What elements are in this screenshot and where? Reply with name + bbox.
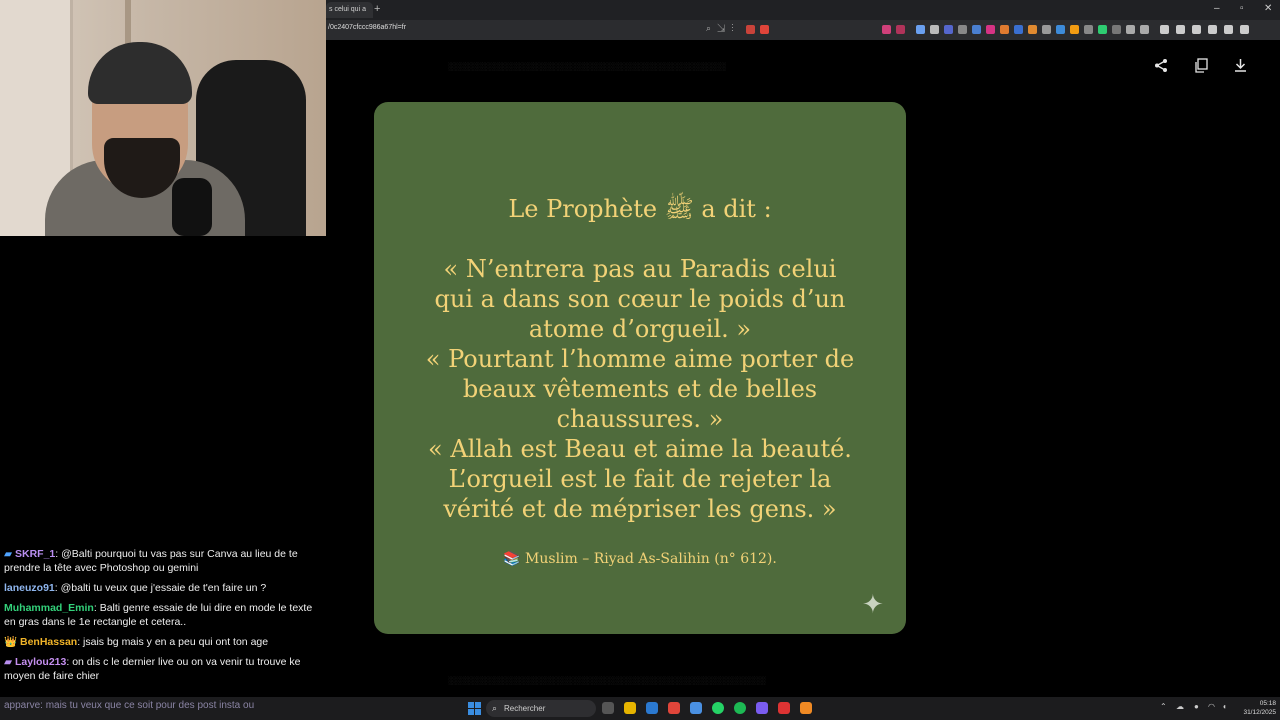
extension-icon[interactable] <box>986 25 995 34</box>
extension-icon[interactable] <box>944 25 953 34</box>
system-clock[interactable]: 05:18 31/12/2025 <box>1240 699 1276 717</box>
chat-username[interactable]: BenHassan <box>20 636 77 648</box>
app-icon[interactable] <box>800 702 812 714</box>
quote-line: vérité et de mépriser les gens. » <box>443 495 837 523</box>
microphone <box>172 178 212 236</box>
extensions-icon[interactable] <box>1176 25 1185 34</box>
app-icon[interactable] <box>756 702 768 714</box>
wifi-icon[interactable]: ◠ <box>1208 702 1215 711</box>
tray-chevron-icon[interactable]: ⌃ <box>1160 702 1167 711</box>
address-bar[interactable]: /0c2407cfccc986a67hl=fr ⌕⇲⋮ <box>326 20 1280 40</box>
maximize-button[interactable]: ▫ <box>1240 3 1244 14</box>
extension-icon[interactable] <box>972 25 981 34</box>
clock-date: 31/12/2025 <box>1243 709 1276 716</box>
rewards-icon[interactable] <box>760 25 769 34</box>
brave-shield-icon[interactable] <box>746 25 755 34</box>
chat-badge: ▰ <box>4 548 13 560</box>
sparkle-icon: ✦ <box>862 589 884 619</box>
extension-icon[interactable] <box>958 25 967 34</box>
extension-icon[interactable] <box>930 25 939 34</box>
volume-icon[interactable]: ◖ <box>1222 702 1227 711</box>
extension-icon[interactable] <box>1028 25 1037 34</box>
quote-line: « Allah est Beau et aime la beauté. <box>428 435 852 463</box>
app-icon[interactable] <box>690 702 702 714</box>
task-view-icon[interactable] <box>602 702 614 714</box>
quote-line: « N’entrera pas au Paradis celui <box>443 255 837 283</box>
chat-username[interactable]: SKRF_1 <box>15 548 55 560</box>
shield-icon[interactable] <box>1224 25 1233 34</box>
share-icon[interactable] <box>1154 58 1169 77</box>
hadith-source: 📚 Muslim – Riyad As-Salihin (n° 612). <box>503 551 777 567</box>
quote-line: beaux vêtements et de belles <box>462 375 818 403</box>
extension-icon[interactable] <box>1084 25 1093 34</box>
chat-message: ▰ SKRF_1: @Balti pourquoi tu vas pas sur… <box>4 548 298 574</box>
search-icon: ⌕ <box>492 703 498 713</box>
chat-message: Muhammad_Emin: Balti genre essaie de lui… <box>4 602 313 628</box>
extension-icon[interactable] <box>896 25 905 34</box>
brave-browser-icon[interactable] <box>668 702 680 714</box>
extension-icon[interactable] <box>1140 25 1149 34</box>
dimmed-page-text: ░░░░░░░░░░░░░░░░░░░░░░░░░░░░░░░░░░░░░░░░… <box>448 676 766 685</box>
quote-line: « Pourtant l’homme aime porter de <box>425 345 855 373</box>
extension-icon[interactable] <box>1042 25 1051 34</box>
chat-badge: ▰ <box>4 656 13 668</box>
file-explorer-icon[interactable] <box>624 702 636 714</box>
download-icon[interactable] <box>1233 58 1248 77</box>
quote-line: qui a dans son cœur le poids d’un <box>434 285 846 313</box>
chat-message: ▰ Laylou213: on dis c le dernier live ou… <box>4 656 301 682</box>
quote-line: L’orgueil est le fait de rejeter la <box>448 465 832 493</box>
search-placeholder: Rechercher <box>504 704 546 713</box>
hadith-text: Le Prophète ﷺ a dit : « N’entrera pas au… <box>374 194 906 524</box>
dimmed-page-text: ░░░░░░░░░░░░░░░░░░░░░░░░░░░░░░░░░░░░░░░░… <box>448 62 726 71</box>
app-icon[interactable] <box>778 702 790 714</box>
chat-username[interactable]: Muhammad_Emin <box>4 602 94 614</box>
whatsapp-icon[interactable] <box>712 702 724 714</box>
stream-chat: ▰ SKRF_1: @Balti pourquoi tu vas pas sur… <box>4 547 326 689</box>
extension-icon[interactable] <box>1070 25 1079 34</box>
minimize-button[interactable]: – <box>1214 3 1220 14</box>
wallet-icon[interactable] <box>1208 25 1217 34</box>
app-icon[interactable] <box>646 702 658 714</box>
chat-username[interactable]: Laylou213 <box>15 656 66 668</box>
streamer-beanie <box>88 42 192 104</box>
tray-icon[interactable]: ☁ <box>1176 702 1184 711</box>
extension-icon[interactable] <box>916 25 925 34</box>
chat-text: jsais bg mais y en a peu qui ont ton age <box>83 636 269 648</box>
hadith-image-card: Le Prophète ﷺ a dit : « N’entrera pas au… <box>374 102 906 634</box>
chat-username[interactable]: laneuzo91 <box>4 582 55 594</box>
chat-message: 👑 BenHassan: jsais bg mais y en a peu qu… <box>4 636 269 648</box>
extension-icon[interactable] <box>882 25 891 34</box>
url-text[interactable]: /0c2407cfccc986a67hl=fr <box>328 24 406 31</box>
extension-icon[interactable] <box>1112 25 1121 34</box>
overlay-chat-line: apparve: mais tu veux que ce soit pour d… <box>4 700 255 711</box>
new-tab-button[interactable]: + <box>374 3 380 15</box>
extension-icon[interactable] <box>1014 25 1023 34</box>
quote-line: chaussures. » <box>556 405 724 433</box>
extension-icon[interactable] <box>1000 25 1009 34</box>
quote-line: atome d’orgueil. » <box>528 315 752 343</box>
chat-message: laneuzo91: @balti tu veux que j'essaie d… <box>4 582 267 594</box>
browser-tab[interactable]: s celui qui a <box>326 2 373 18</box>
close-window-button[interactable]: ✕ <box>1264 3 1272 14</box>
sidebar-icon[interactable] <box>1160 25 1169 34</box>
browser-tab-bar: s celui qui a + – ▫ ✕ <box>326 0 1280 20</box>
windows-start-icon[interactable] <box>468 702 481 715</box>
clock-time: 05:18 <box>1259 700 1276 707</box>
microphone-icon[interactable]: ● <box>1194 702 1199 711</box>
copy-icon[interactable] <box>1194 58 1209 77</box>
extension-icon[interactable] <box>1126 25 1135 34</box>
menu-icon[interactable] <box>1240 25 1249 34</box>
webcam-feed <box>0 0 326 236</box>
taskbar-search[interactable]: ⌕ Rechercher <box>486 700 596 717</box>
chat-text: @balti tu veux que j'essaie de t'en fair… <box>60 582 267 594</box>
extension-icon[interactable] <box>1056 25 1065 34</box>
windows-taskbar: apparve: mais tu veux que ce soit pour d… <box>0 697 1280 720</box>
spotify-icon[interactable] <box>734 702 746 714</box>
address-bar-icons[interactable]: ⌕⇲⋮ <box>706 23 740 34</box>
extension-icon[interactable] <box>1098 25 1107 34</box>
card-title: Le Prophète ﷺ a dit : <box>508 195 772 223</box>
profile-icon[interactable] <box>1192 25 1201 34</box>
crown-icon: 👑 <box>4 636 18 648</box>
